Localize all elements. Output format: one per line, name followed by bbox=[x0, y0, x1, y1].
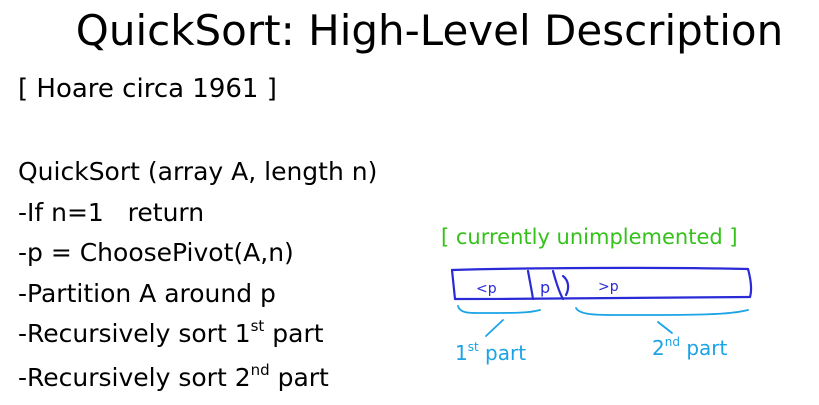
pivot-divider-right bbox=[551, 269, 565, 301]
array-box-bottom bbox=[453, 295, 752, 301]
first-part-number: 1 bbox=[455, 341, 468, 365]
first-part-label: 1st part bbox=[455, 340, 527, 365]
pivot-divider-left bbox=[526, 269, 535, 301]
pivot-label: p bbox=[540, 278, 550, 297]
part-braces bbox=[457, 305, 749, 337]
first-part-brace bbox=[457, 305, 541, 314]
first-part-sup: st bbox=[467, 340, 479, 354]
second-part-label: 2nd part bbox=[652, 335, 728, 360]
first-part-pointer bbox=[485, 319, 504, 337]
array-box-top bbox=[450, 266, 750, 272]
second-part-sup: nd bbox=[664, 335, 680, 349]
greater-than-pivot-label: >p bbox=[598, 279, 619, 295]
first-part-word: part bbox=[478, 341, 527, 365]
array-box-left bbox=[450, 268, 457, 301]
pivot-divider-right-hook bbox=[561, 274, 570, 297]
second-part-pointer bbox=[657, 321, 673, 334]
second-part-brace bbox=[575, 307, 749, 316]
second-part-word: part bbox=[679, 336, 728, 360]
array-box-right bbox=[746, 267, 753, 299]
second-part-number: 2 bbox=[652, 336, 665, 360]
less-than-pivot-label: <p bbox=[476, 281, 497, 297]
